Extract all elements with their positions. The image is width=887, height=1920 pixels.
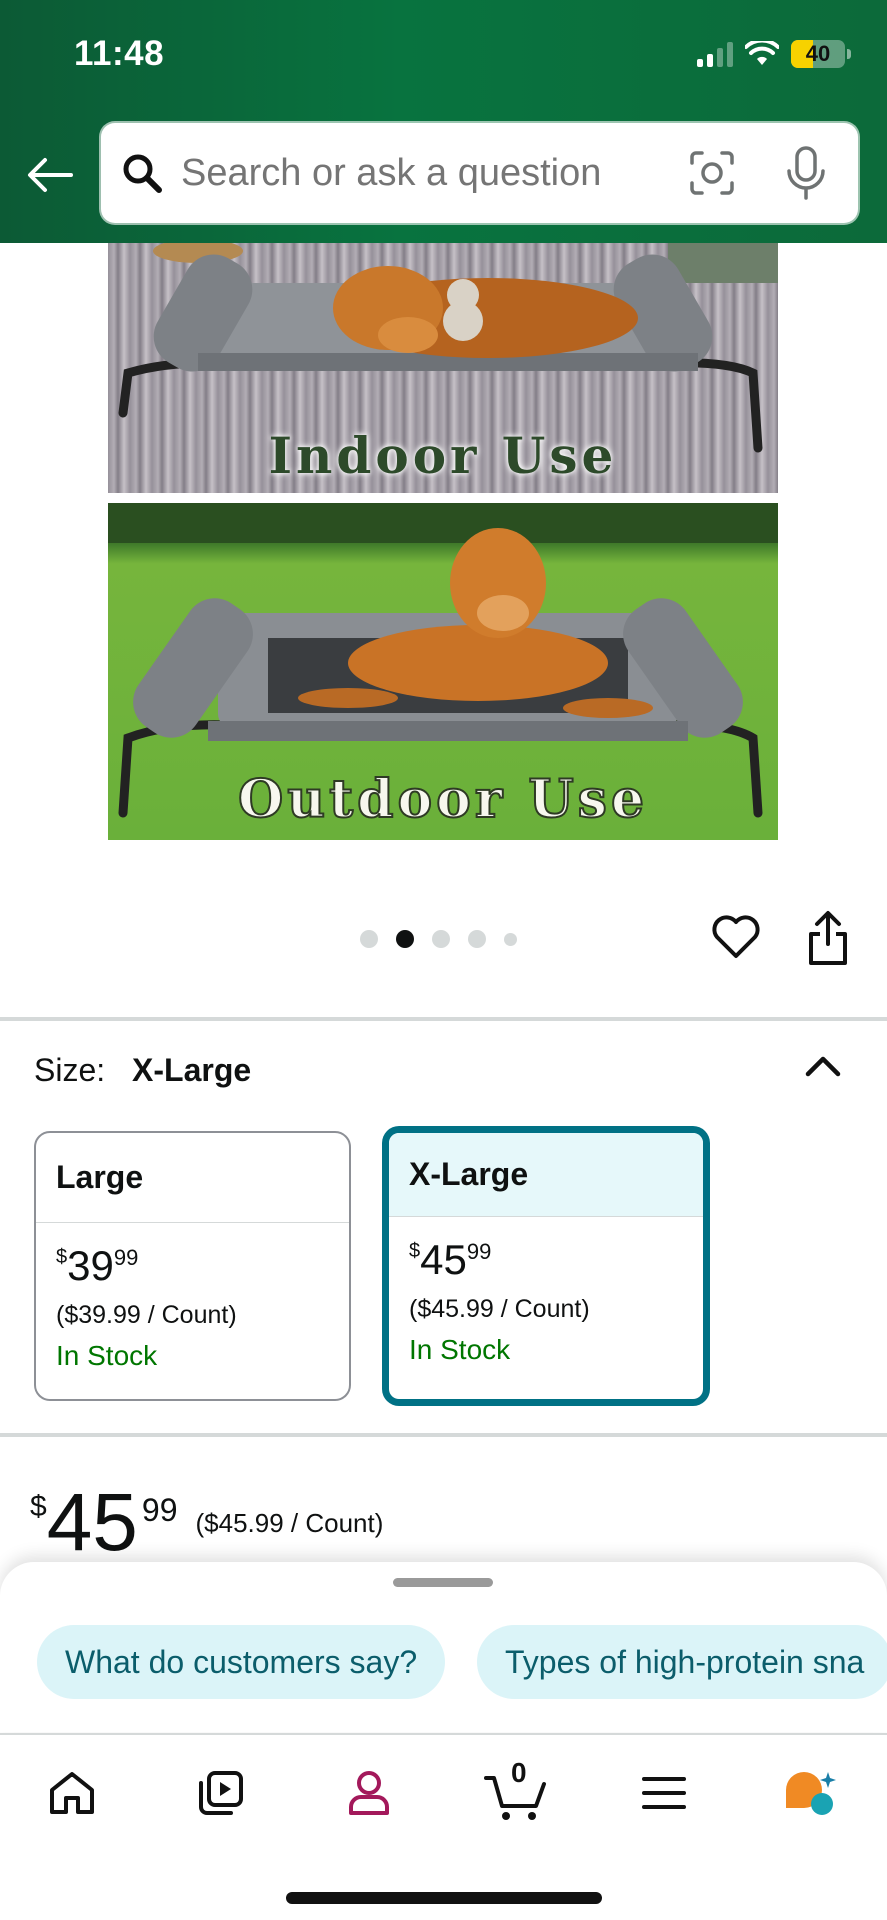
size-option-unit-price: ($45.99 / Count) xyxy=(409,1295,590,1323)
product-image[interactable]: Indoor Use Outdoor Use xyxy=(108,243,778,840)
cart-count: 0 xyxy=(511,1757,527,1788)
tab-rufus[interactable] xyxy=(780,1763,840,1823)
carousel-dot[interactable] xyxy=(504,932,517,946)
carousel-dot[interactable] xyxy=(468,930,486,948)
caption-indoor: Indoor Use xyxy=(268,426,618,485)
home-indicator xyxy=(286,1892,602,1904)
size-option-large[interactable]: Large $3999 ($39.99 / Count) In Stock xyxy=(34,1131,351,1401)
chevron-up-icon[interactable] xyxy=(800,1048,846,1082)
tab-home[interactable] xyxy=(42,1763,102,1823)
caption-outdoor: Outdoor Use xyxy=(237,768,649,831)
account-icon xyxy=(349,1771,389,1815)
wifi-icon xyxy=(745,41,779,65)
video-icon xyxy=(199,1771,243,1815)
cellular-signal-icon xyxy=(697,41,733,67)
tab-account[interactable] xyxy=(339,1763,399,1823)
heart-icon[interactable] xyxy=(711,912,761,962)
battery-level: 40 xyxy=(805,41,831,66)
app-header: 11:48 40 xyxy=(0,0,887,243)
rufus-suggestion-sheet[interactable]: What do customers say? Types of high-pro… xyxy=(0,1562,887,1732)
home-icon xyxy=(50,1772,94,1814)
search-icon xyxy=(119,150,165,196)
size-option-price: $4599 xyxy=(409,1236,492,1283)
section-divider xyxy=(0,1017,887,1021)
carousel-dot[interactable] xyxy=(432,930,450,948)
tab-video[interactable] xyxy=(191,1763,251,1823)
menu-icon xyxy=(642,1777,686,1809)
sheet-drag-handle[interactable] xyxy=(393,1578,493,1587)
rufus-icon xyxy=(786,1772,836,1815)
size-selected-value: X-Large xyxy=(132,1052,252,1088)
status-icons: 40 xyxy=(697,40,851,68)
suggestion-chip[interactable]: Types of high-protein sna xyxy=(477,1625,887,1699)
status-time: 11:48 xyxy=(74,34,165,73)
product-unit-price: ($45.99 / Count) xyxy=(195,1508,384,1538)
tab-menu[interactable] xyxy=(634,1763,694,1823)
size-option-price: $3999 xyxy=(56,1242,139,1289)
size-option-stock: In Stock xyxy=(409,1334,511,1365)
arrow-left-icon xyxy=(28,158,73,192)
bottom-tab-bar: 0 xyxy=(0,1733,887,1920)
tab-cart[interactable]: 0 xyxy=(484,1757,550,1823)
microphone-icon[interactable] xyxy=(784,145,828,201)
product-price: $ 45 99 ($45.99 / Count) xyxy=(30,1477,384,1568)
suggestion-chip[interactable]: What do customers say? xyxy=(37,1625,446,1699)
share-icon[interactable] xyxy=(806,910,850,966)
search-input[interactable] xyxy=(181,151,641,195)
product-image-indoor: Indoor Use xyxy=(108,243,778,493)
carousel-dot[interactable] xyxy=(360,930,378,948)
section-divider xyxy=(0,1433,887,1437)
size-option-stock: In Stock xyxy=(56,1340,158,1371)
size-option-x-large[interactable]: X-Large $4599 ($45.99 / Count) In Stock xyxy=(383,1127,709,1405)
product-image-outdoor: Outdoor Use xyxy=(108,503,778,840)
size-option-name: X-Large xyxy=(389,1133,703,1217)
image-carousel-dots[interactable] xyxy=(360,930,517,948)
carousel-dot-active[interactable] xyxy=(396,930,414,948)
size-label: Size: xyxy=(34,1052,106,1088)
size-selector-label: Size: X-Large xyxy=(34,1052,251,1089)
search-bar[interactable] xyxy=(101,123,858,223)
size-option-unit-price: ($39.99 / Count) xyxy=(56,1301,237,1329)
battery-icon: 40 xyxy=(791,40,851,68)
back-button[interactable] xyxy=(22,150,78,200)
camera-lens-icon[interactable] xyxy=(688,149,736,197)
size-option-name: Large xyxy=(36,1133,349,1223)
